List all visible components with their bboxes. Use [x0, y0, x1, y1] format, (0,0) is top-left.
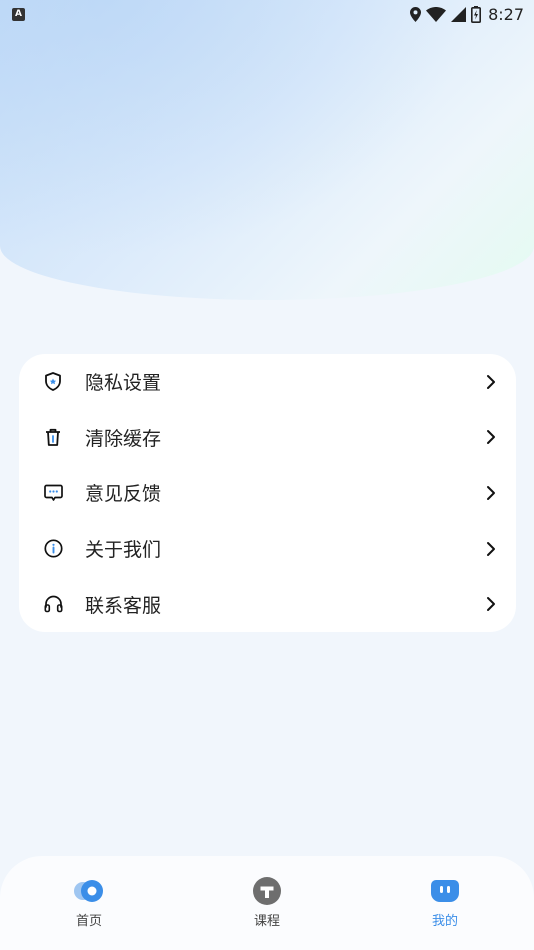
tab-profile[interactable]: 我的	[385, 876, 505, 929]
menu-item-label: 清除缓存	[85, 427, 162, 450]
chevron-right-icon	[484, 595, 498, 613]
chevron-right-icon	[484, 540, 498, 558]
tab-home[interactable]: 首页	[29, 876, 149, 929]
signal-icon	[451, 6, 467, 22]
tab-course[interactable]: 课程	[207, 876, 327, 929]
menu-item-about-us[interactable]: 关于我们	[43, 521, 498, 577]
info-icon	[43, 539, 63, 559]
menu-item-label: 意见反馈	[85, 483, 162, 506]
chevron-right-icon	[484, 373, 498, 391]
chevron-right-icon	[484, 484, 498, 502]
menu-item-label: 隐私设置	[85, 372, 162, 395]
chevron-right-icon	[484, 428, 498, 446]
menu-item-label: 联系客服	[85, 594, 162, 617]
menu-item-contact-support[interactable]: 联系客服	[43, 576, 498, 632]
shield-icon	[43, 372, 63, 392]
settings-menu-card: 隐私设置 清除缓存 意见反馈 关于我们 联系客服	[19, 354, 516, 632]
menu-item-feedback[interactable]: 意见反馈	[43, 465, 498, 521]
header-background-overlay	[0, 0, 534, 300]
menu-item-clear-cache[interactable]: 清除缓存	[43, 410, 498, 466]
tab-label: 课程	[253, 914, 280, 929]
menu-item-label: 关于我们	[85, 539, 162, 562]
course-icon	[252, 876, 282, 906]
status-bar: A 8:27	[0, 0, 534, 28]
message-icon	[43, 483, 63, 503]
bottom-tab-bar: 首页 课程 我的	[0, 856, 534, 950]
location-icon	[410, 6, 422, 22]
trash-icon	[43, 427, 63, 447]
wifi-icon	[426, 6, 447, 22]
notification-badge: A	[12, 7, 25, 21]
menu-item-privacy-settings[interactable]: 隐私设置	[43, 354, 498, 410]
tab-label: 首页	[75, 914, 102, 929]
battery-icon	[471, 5, 482, 23]
clock: 8:27	[488, 4, 524, 24]
home-icon	[72, 876, 106, 906]
profile-icon	[430, 876, 460, 906]
tab-label: 我的	[431, 914, 458, 929]
headset-icon	[43, 594, 63, 614]
